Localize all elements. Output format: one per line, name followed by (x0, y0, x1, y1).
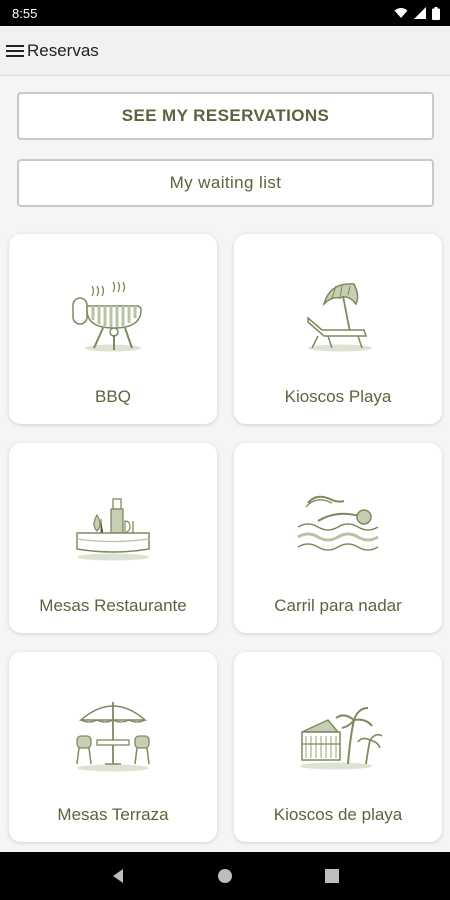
card-label: BBQ (95, 387, 131, 406)
card-mesas-restaurante[interactable]: Mesas Restaurante (9, 443, 217, 633)
card-label: Mesas Terraza (57, 805, 169, 824)
my-waiting-list-button[interactable]: My waiting list (17, 159, 434, 207)
card-label: Kioscos de playa (273, 805, 403, 824)
app-title: Reservas (27, 40, 99, 60)
status-bar: 8:55 (0, 0, 450, 26)
swimmer-icon (297, 495, 379, 551)
card-mesas-terraza[interactable]: Mesas Terraza (9, 652, 217, 842)
main-content: SEE MY RESERVATIONS My waiting list BBQ … (0, 76, 450, 852)
restaurant-table-icon (76, 498, 150, 561)
card-bbq[interactable]: BBQ (9, 234, 217, 424)
card-label: Kioscos Playa (284, 387, 392, 406)
app-bar: Reservas (0, 26, 450, 76)
card-carril-para-nadar[interactable]: Carril para nadar (234, 443, 442, 633)
home-icon[interactable] (217, 868, 233, 884)
system-nav-bar (0, 852, 450, 900)
card-label: Carril para nadar (274, 596, 402, 615)
beach-kiosk-palm-icon (300, 707, 383, 770)
status-time: 8:55 (12, 5, 38, 21)
recents-icon[interactable] (325, 869, 339, 883)
bbq-grill-icon (72, 281, 142, 352)
back-icon[interactable] (111, 868, 125, 884)
signal-icon (414, 7, 426, 19)
terrace-table-umbrella-icon (76, 702, 150, 772)
beach-umbrella-lounger-icon (307, 283, 372, 352)
see-my-reservations-button[interactable]: SEE MY RESERVATIONS (17, 92, 434, 140)
status-icons (394, 6, 440, 20)
card-kioscos-de-playa[interactable]: Kioscos de playa (234, 652, 442, 842)
hamburger-menu-icon[interactable] (4, 40, 26, 62)
battery-icon (432, 6, 440, 20)
card-label: Mesas Restaurante (39, 596, 187, 615)
wifi-icon (394, 8, 408, 18)
card-kioscos-playa[interactable]: Kioscos Playa (234, 234, 442, 424)
